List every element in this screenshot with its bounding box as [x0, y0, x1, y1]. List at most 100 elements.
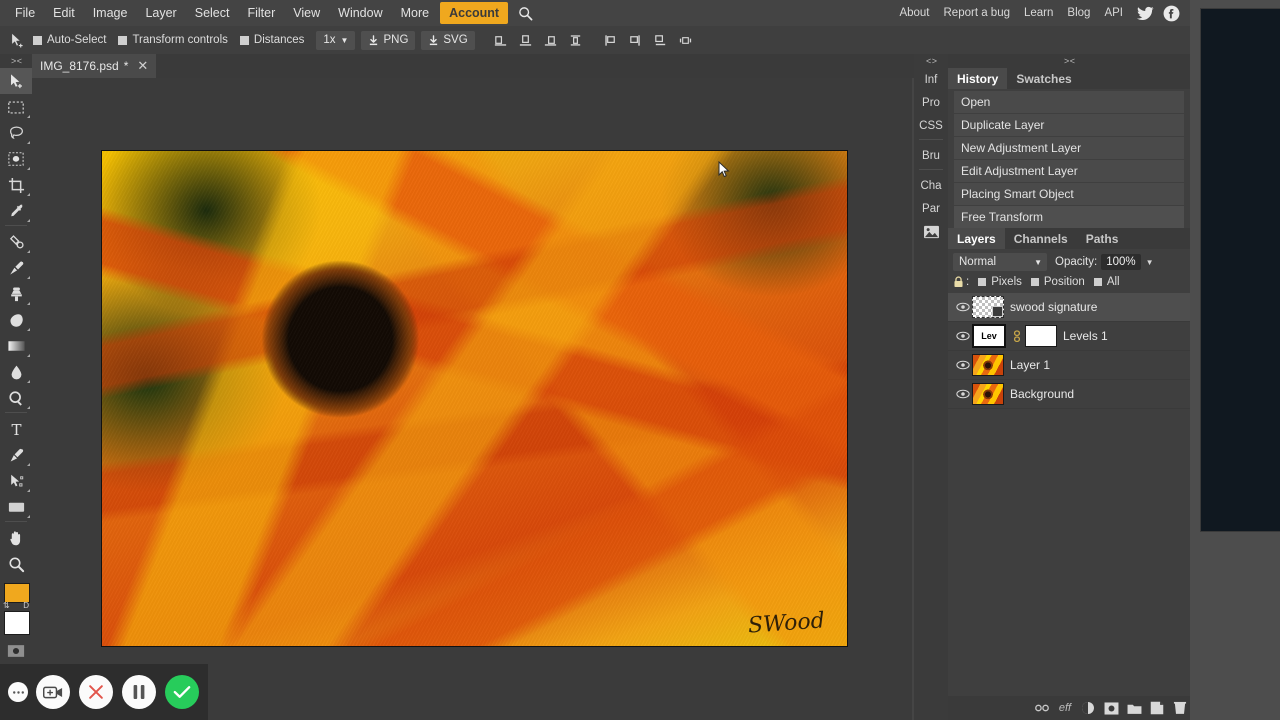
history-item[interactable]: Placing Smart Object [954, 183, 1184, 205]
tab-layers[interactable]: Layers [948, 228, 1005, 249]
lock-pixels-checkbox[interactable]: Pixels [978, 276, 1022, 288]
menu-filter[interactable]: Filter [238, 1, 284, 25]
layer-visibility-icon[interactable] [954, 389, 972, 399]
clone-stamp-tool[interactable] [0, 281, 32, 307]
background-window[interactable] [1200, 8, 1280, 532]
layer-mask-thumbnail[interactable] [1025, 325, 1057, 347]
foreground-color-swatch[interactable] [4, 583, 30, 603]
history-item[interactable]: Open [954, 91, 1184, 113]
menu-view[interactable]: View [284, 1, 329, 25]
panel-tab-info[interactable]: Inf [914, 68, 948, 91]
gradient-tool[interactable] [0, 333, 32, 359]
link-blog[interactable]: Blog [1060, 1, 1097, 25]
align-left-edges-icon[interactable] [599, 29, 622, 51]
pause-recording-button[interactable] [122, 675, 156, 709]
menu-window[interactable]: Window [329, 1, 391, 25]
rectangular-marquee-tool[interactable] [0, 94, 32, 120]
zoom-level-select[interactable]: 1x ▼ [316, 30, 356, 50]
type-tool[interactable]: T [0, 416, 32, 442]
history-item[interactable]: Duplicate Layer [954, 114, 1184, 136]
lock-position-checkbox[interactable]: Position [1030, 276, 1085, 288]
layer-name[interactable]: swood signature [1010, 300, 1097, 314]
layer-name[interactable]: Levels 1 [1063, 329, 1108, 343]
panel-tab-properties[interactable]: Pro [914, 91, 948, 114]
layer-visibility-icon[interactable] [954, 360, 972, 370]
blur-tool[interactable] [0, 359, 32, 385]
adjustment-layer-icon[interactable] [1078, 698, 1098, 718]
layer-thumbnail[interactable] [972, 354, 1004, 376]
menu-layer[interactable]: Layer [136, 1, 185, 25]
finish-recording-button[interactable] [165, 675, 199, 709]
background-color-swatch[interactable] [4, 611, 30, 635]
twitter-icon[interactable] [1134, 2, 1156, 24]
cancel-recording-button[interactable] [79, 675, 113, 709]
healing-brush-tool[interactable] [0, 229, 32, 255]
blend-mode-select[interactable]: Normal ▼ [953, 253, 1047, 271]
menu-more[interactable]: More [392, 1, 438, 25]
layer-thumbnail[interactable]: Lev [972, 324, 1006, 348]
dodge-tool[interactable] [0, 385, 32, 411]
layer-effects-icon[interactable]: eff [1055, 698, 1075, 718]
layer-thumbnail[interactable] [972, 383, 1004, 405]
link-report-a-bug[interactable]: Report a bug [937, 1, 1018, 25]
swap-colors-icon[interactable]: ⇅ [3, 601, 10, 610]
panel-tab-css[interactable]: CSS [914, 114, 948, 137]
distribute-vertical-icon[interactable] [564, 29, 587, 51]
layer-visibility-icon[interactable] [954, 302, 972, 312]
layer-name[interactable]: Background [1010, 387, 1074, 401]
history-item[interactable]: Edit Adjustment Layer [954, 160, 1184, 182]
tab-paths[interactable]: Paths [1077, 228, 1128, 249]
link-api[interactable]: API [1097, 1, 1130, 25]
layer-row[interactable]: Layer 1 [948, 351, 1190, 380]
shape-tool[interactable] [0, 494, 32, 520]
canvas-area[interactable]: SWood [32, 78, 912, 720]
zoom-tool[interactable] [0, 551, 32, 577]
tab-channels[interactable]: Channels [1005, 228, 1077, 249]
export-png-button[interactable]: PNG [361, 30, 416, 50]
opacity-dropdown-icon[interactable]: ▼ [1146, 258, 1154, 267]
opacity-value[interactable]: 100% [1101, 254, 1141, 270]
layer-mask-icon[interactable] [1101, 698, 1121, 718]
quick-selection-tool[interactable] [0, 146, 32, 172]
menu-file[interactable]: File [6, 1, 44, 25]
transform-controls-checkbox[interactable]: Transform controls [118, 34, 228, 46]
history-item[interactable]: New Adjustment Layer [954, 137, 1184, 159]
new-layer-icon[interactable] [1147, 698, 1167, 718]
document-tab[interactable]: IMG_8176.psd * ✕ [30, 54, 157, 78]
quick-mask-toggle[interactable] [0, 640, 32, 662]
eraser-tool[interactable] [0, 307, 32, 333]
more-options-button[interactable] [8, 682, 28, 702]
eyedropper-tool[interactable] [0, 198, 32, 224]
align-top-edges-icon[interactable] [539, 29, 562, 51]
document-canvas-image[interactable]: SWood [101, 150, 848, 647]
distances-checkbox[interactable]: Distances [239, 34, 304, 46]
layer-row[interactable]: swood signature [948, 293, 1190, 322]
menu-edit[interactable]: Edit [44, 1, 84, 25]
delete-layer-icon[interactable] [1170, 698, 1190, 718]
dock-collapse-handle[interactable]: < > [914, 54, 948, 68]
distribute-horizontal-icon[interactable] [674, 29, 697, 51]
link-layers-icon[interactable] [1032, 698, 1052, 718]
move-tool-icon[interactable] [4, 28, 30, 52]
close-icon[interactable]: ✕ [137, 58, 148, 74]
panel-tab-brushes[interactable]: Bru [914, 144, 948, 167]
align-right-edges-icon[interactable] [649, 29, 672, 51]
align-bottom-edges-icon[interactable] [489, 29, 512, 51]
link-learn[interactable]: Learn [1017, 1, 1060, 25]
search-icon[interactable] [514, 2, 536, 24]
layer-row[interactable]: Background [948, 380, 1190, 409]
menu-image[interactable]: Image [84, 1, 137, 25]
move-tool[interactable] [0, 68, 32, 94]
tab-history[interactable]: History [948, 68, 1008, 89]
align-vertical-centers-icon[interactable] [514, 29, 537, 51]
auto-select-checkbox[interactable]: Auto-Select [33, 34, 106, 46]
layer-thumbnail[interactable] [972, 296, 1004, 318]
tab-swatches[interactable]: Swatches [1007, 68, 1080, 89]
layer-visibility-icon[interactable] [954, 331, 972, 341]
panel-tab-character[interactable]: Cha [914, 174, 948, 197]
hand-tool[interactable] [0, 525, 32, 551]
pen-tool[interactable] [0, 442, 32, 468]
path-selection-tool[interactable] [0, 468, 32, 494]
image-thumbnail-icon[interactable] [914, 220, 948, 243]
default-colors-icon[interactable]: D [23, 601, 29, 610]
